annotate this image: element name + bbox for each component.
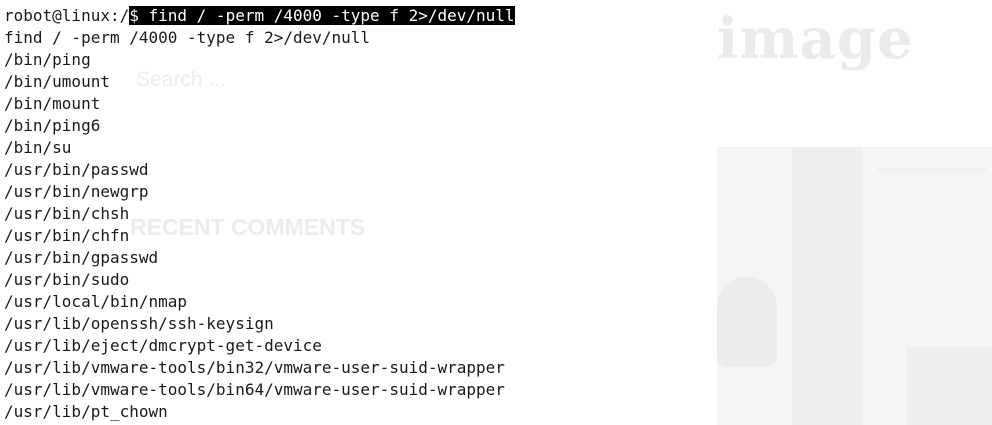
terminal-prompt: robot@linux:/ bbox=[4, 6, 130, 25]
terminal-command-selected[interactable]: $ find / -perm /4000 -type f 2>/dev/null bbox=[129, 6, 515, 25]
terminal-output-line: /usr/lib/eject/dmcrypt-get-device bbox=[4, 336, 322, 355]
terminal-output-line: /usr/lib/vmware-tools/bin64/vmware-user-… bbox=[4, 380, 505, 399]
terminal-output-line: /usr/bin/gpasswd bbox=[4, 248, 159, 267]
terminal-output-line: find / -perm /4000 -type f 2>/dev/null bbox=[4, 28, 371, 47]
terminal-output-line: /bin/mount bbox=[4, 94, 101, 113]
terminal-output-line: /usr/lib/pt_chown bbox=[4, 402, 168, 421]
terminal-output-lines: find / -perm /4000 -type f 2>/dev/null/b… bbox=[0, 27, 515, 423]
terminal-output-line: /bin/su bbox=[4, 138, 72, 157]
background-featured-image bbox=[717, 147, 992, 425]
terminal-output: robot@linux:/$ find / -perm /4000 -type … bbox=[0, 5, 515, 423]
terminal-output-line: /usr/lib/openssh/ssh-keysign bbox=[4, 314, 274, 333]
terminal-output-line: /usr/bin/sudo bbox=[4, 270, 130, 289]
terminal-output-line: /usr/bin/passwd bbox=[4, 160, 149, 179]
terminal-output-line: /usr/local/bin/nmap bbox=[4, 292, 188, 311]
terminal-output-line: /bin/ping bbox=[4, 50, 91, 69]
terminal-output-line: /usr/bin/newgrp bbox=[4, 182, 149, 201]
terminal-prompt-line: robot@linux:/$ find / -perm /4000 -type … bbox=[0, 5, 515, 27]
terminal-output-line: /usr/bin/chsh bbox=[4, 204, 130, 223]
terminal-output-line: /bin/umount bbox=[4, 72, 110, 91]
terminal-output-line: /usr/lib/vmware-tools/bin32/vmware-user-… bbox=[4, 358, 505, 377]
background-page-title: image bbox=[717, 6, 914, 72]
terminal-output-line: /usr/bin/chfn bbox=[4, 226, 130, 245]
terminal-output-line: /bin/ping6 bbox=[4, 116, 101, 135]
